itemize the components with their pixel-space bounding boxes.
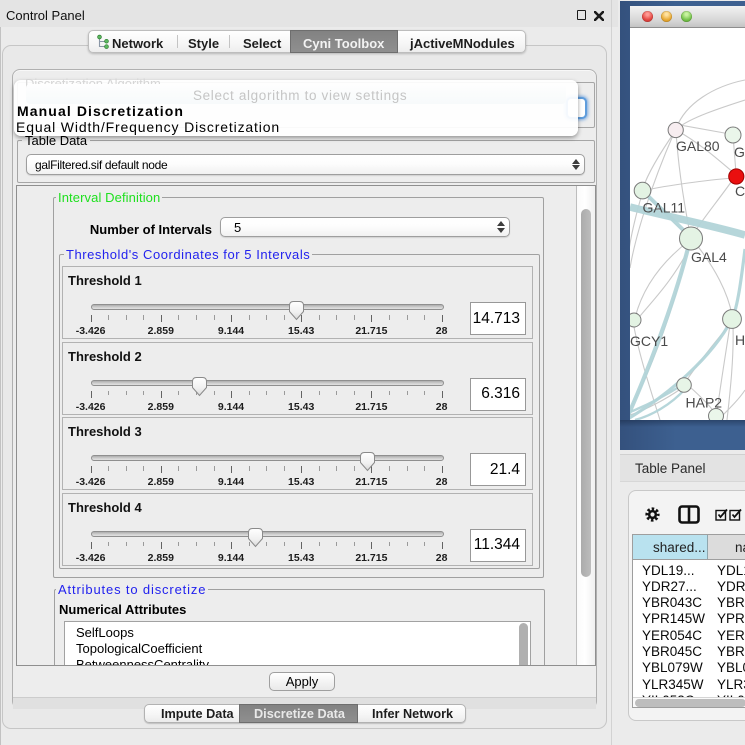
svg-text:GAL80: GAL80 [676, 138, 720, 154]
svg-text:GAL4: GAL4 [691, 249, 727, 265]
svg-text:GAL11: GAL11 [643, 200, 686, 216]
svg-text:H: H [735, 332, 745, 348]
svg-text:GCY1: GCY1 [630, 333, 668, 349]
svg-text:GA: GA [734, 144, 745, 160]
svg-text:HAP2: HAP2 [686, 395, 723, 411]
svg-text:C: C [735, 183, 745, 199]
